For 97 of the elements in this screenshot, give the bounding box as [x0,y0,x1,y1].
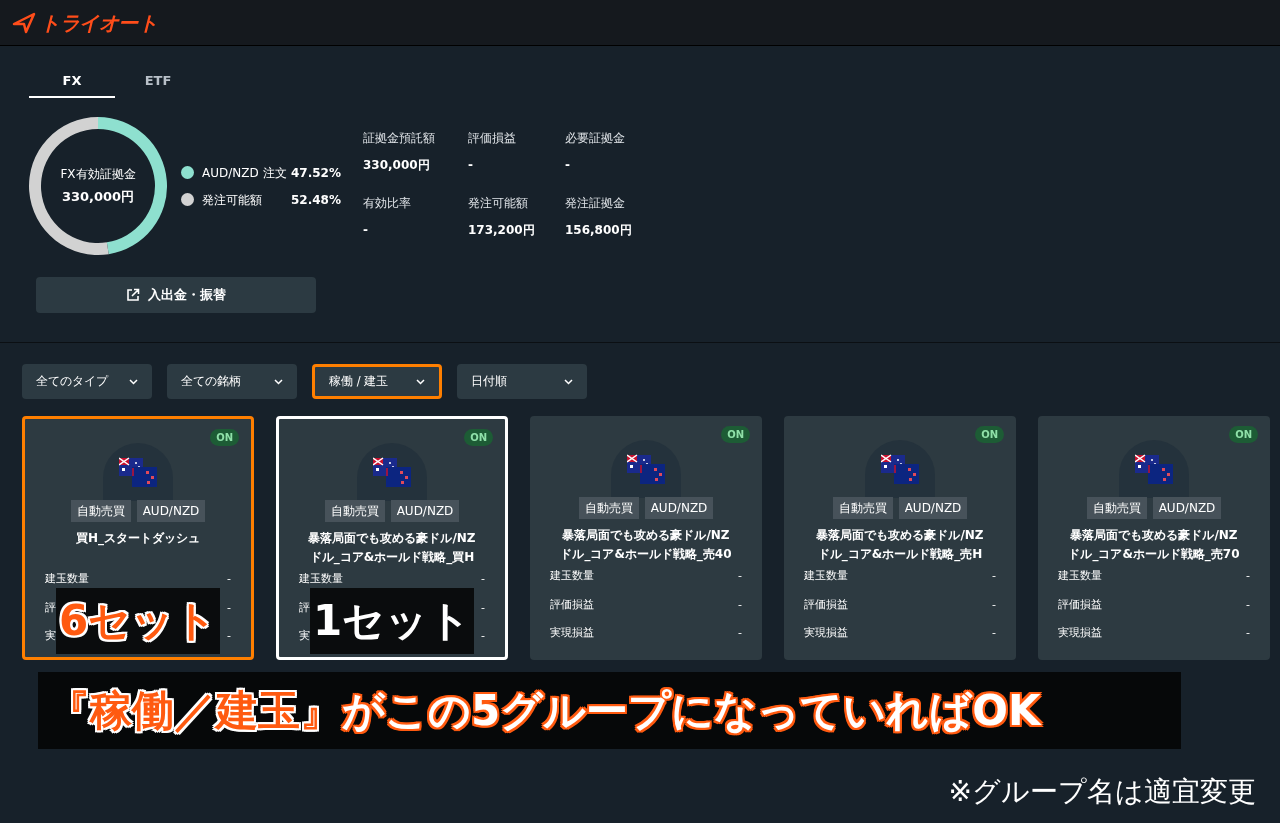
stat-label: 証拠金預託額 [363,130,436,147]
tag: 自動売買 [832,497,893,519]
logo-text: トライオート [40,9,157,37]
filter-dropdown[interactable]: 全ての銘柄 [167,364,297,399]
row-label: 実 [299,628,310,644]
stat-value: - [565,157,571,174]
flags-icon [1135,453,1173,485]
strategy-card[interactable]: ON 自動売買 AUD/NZD 買H_スタートダッシュ 建玉数量 - 評 - 実 - 6セット [22,416,254,660]
row-label: 評価損益 [550,596,594,613]
tag: AUD/NZD [136,500,206,522]
strategy-card[interactable]: ON 自動売買 AUD/NZD 暴落局面でも攻める豪ドル/NZ ドル_コア&ホールド戦略_売40 建玉数量 - 評価損益 - 実現損益 - [530,416,762,660]
strategy-title: 暴落局面でも攻める豪ドル/NZ ドル_コア&ホールド戦略_売70 [1068,527,1240,564]
caption-text: がこの5グループになっていればOK [342,685,1041,737]
row-value: - [227,628,231,644]
stat-label: 必要証拠金 [565,130,626,147]
tag: AUD/NZD [644,497,714,519]
row-label: 評価損益 [804,596,848,613]
status-badge: ON [464,429,493,446]
row-value: - [227,599,231,616]
row-value: - [1246,625,1250,641]
row-label: 評価損益 [1058,596,1102,613]
chevron-down-icon [416,378,425,385]
filter-dropdown[interactable]: 全てのタイプ [22,364,152,399]
tag: 自動売買 [1086,497,1147,519]
row-value: - [1246,596,1250,613]
tag: 自動売買 [578,497,639,519]
row-value: - [481,571,485,587]
row-label: 実現損益 [804,625,848,641]
stat-label: 発注証拠金 [565,195,626,212]
legend-label: AUD/NZD 注文 [202,164,287,182]
chart-amount: 330,000円 [61,188,135,207]
flags-icon [627,453,665,485]
legend-value: 52.48% [291,191,341,209]
row-value: - [738,568,742,584]
caption-highlight: 『稼働／建玉』 [48,685,342,737]
strategy-title: 暴落局面でも攻める豪ドル/NZ ドル_コア&ホールド戦略_売40 [560,527,732,564]
note-text: ※グループ名は適宜変更 [948,774,1256,810]
row-value: - [738,625,742,641]
row-label: 実現損益 [550,625,594,641]
stat-value: - [363,222,369,239]
strategy-title: 買H_スタートダッシュ [75,530,200,548]
flags-icon [881,453,919,485]
chevron-down-icon [564,378,573,385]
stat-value: 330,000円 [363,157,431,174]
chevron-down-icon [129,378,138,385]
row-label: 実現損益 [1058,625,1102,641]
row-label: 評 [299,599,310,616]
row-value: - [738,596,742,613]
flags-icon [373,456,411,488]
row-label: 評 [45,599,56,616]
row-value: - [227,571,231,587]
tab[interactable]: FX [29,66,115,98]
chart-title: FX有効証拠金 [60,166,136,184]
row-value: - [481,628,485,644]
flags-icon [119,456,157,488]
strategy-card[interactable]: ON 自動売買 AUD/NZD 暴落局面でも攻める豪ドル/NZ ドル_コア&ホールド戦略_売H 建玉数量 - 評価損益 - 実現損益 - [784,416,1016,660]
legend-label: 発注可能額 [202,191,262,209]
tag: 自動売買 [70,500,131,522]
filter-dropdown[interactable]: 日付順 [457,364,587,399]
row-label: 建玉数量 [45,571,89,587]
callout-label: 6セット [56,588,220,654]
stat-label: 評価損益 [468,130,517,147]
row-value: - [992,625,996,641]
row-value: - [992,596,996,613]
row-label: 実 [45,628,56,644]
stat-value: - [468,157,474,174]
strategy-card[interactable]: ON 自動売買 AUD/NZD 暴落局面でも攻める豪ドル/NZ ドル_コア&ホールド戦略_売70 建玉数量 - 評価損益 - 実現損益 - [1038,416,1270,660]
status-badge: ON [1229,426,1258,443]
transfer-button[interactable]: 入出金・振替 [36,277,316,313]
filter-dropdown[interactable]: 稼働 / 建玉 [312,364,442,399]
status-badge: ON [721,426,750,443]
logo-icon [12,11,36,34]
stat-label: 有効比率 [363,195,412,212]
tab[interactable]: ETF [115,66,201,98]
status-badge: ON [975,426,1004,443]
stat-value: 173,200円 [468,222,536,239]
stat-label: 発注可能額 [468,195,529,212]
strategy-title: 暴落局面でも攻める豪ドル/NZ ドル_コア&ホールド戦略_売H [816,527,984,564]
external-link-icon [126,288,140,302]
row-value: - [992,568,996,584]
tag: AUD/NZD [898,497,968,519]
row-value: - [1246,568,1250,584]
row-label: 建玉数量 [299,571,343,587]
row-label: 建玉数量 [550,568,594,584]
row-value: - [481,599,485,616]
tag: 自動売買 [324,500,385,522]
row-label: 建玉数量 [1058,568,1102,584]
callout-label: 1セット [310,588,474,654]
stat-value: 156,800円 [565,222,633,239]
row-label: 建玉数量 [804,568,848,584]
tag: AUD/NZD [1152,497,1222,519]
strategy-title: 暴落局面でも攻める豪ドル/NZ ドル_コア&ホールド戦略_買H [308,530,476,567]
chevron-down-icon [274,378,283,385]
strategy-card[interactable]: ON 自動売買 AUD/NZD 暴落局面でも攻める豪ドル/NZ ドル_コア&ホールド戦略_買H 建玉数量 - 評 - 実 - 1セット [276,416,508,660]
legend-value: 47.52% [291,164,341,182]
status-badge: ON [210,429,239,446]
tag: AUD/NZD [390,500,460,522]
